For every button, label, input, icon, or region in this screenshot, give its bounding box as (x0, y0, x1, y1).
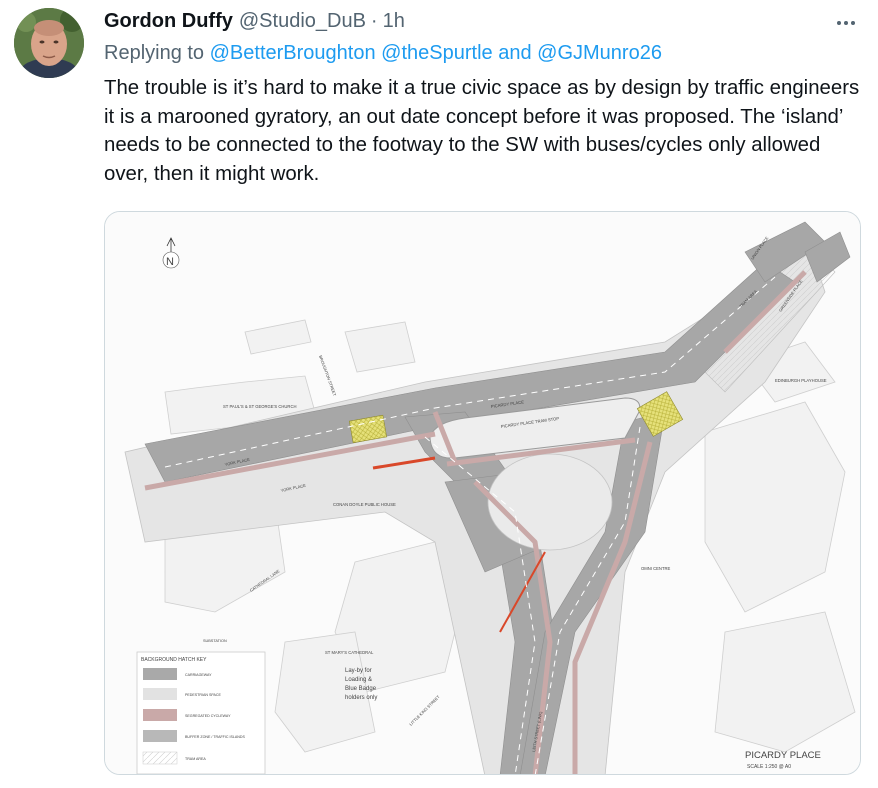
more-dot (851, 21, 855, 25)
more-horizontal-icon[interactable] (832, 12, 860, 34)
tweet: Gordon Duffy @Studio_DuB · 1h Replying t… (0, 0, 878, 788)
label-substation: SUBSTATION (203, 639, 227, 643)
layby-line-1: Lay-by for (345, 668, 372, 674)
label-edinburgh-playhouse: EDINBURGH PLAYHOUSE (775, 378, 827, 383)
key-swatch-carriageway (143, 668, 177, 680)
key-label-cycleway: SEGREGATED CYCLEWAY (185, 714, 231, 718)
layby-line-4: holders only (345, 695, 377, 701)
key-label-buffer: BUFFER ZONE / TRAFFIC ISLANDS (185, 735, 245, 739)
mention-thespurtle[interactable]: @theSpurtle (381, 42, 492, 64)
author-name[interactable]: Gordon Duffy (104, 10, 233, 33)
key-swatch-cycleway (143, 709, 177, 721)
replying-to: Replying to @BetterBroughton @theSpurtle… (104, 42, 662, 65)
replying-to-label: Replying to (104, 42, 205, 64)
mention-gjmunro26[interactable]: @GJMunro26 (537, 42, 662, 64)
mention-joiner[interactable]: and (498, 42, 531, 64)
plan-title: PICARDY PLACE (745, 750, 821, 761)
label-omni-centre: OMNI CENTRE (641, 566, 671, 571)
layby-line-3: Blue Badge (345, 686, 377, 692)
tweet-media-image[interactable]: N UNION PLACE TRAM AREA GREENSIDE PLACE … (104, 211, 861, 775)
label-st-pauls: ST PAUL'S & ST GEORGE'S CHURCH (223, 404, 297, 409)
label-conan-doyle: CONAN DOYLE PUBLIC HOUSE (333, 502, 396, 507)
key-label-pedestrian: PEDESTRIAN SPACE (185, 693, 221, 697)
hatch-key: BACKGROUND HATCH KEY CARRIAGEWAY PEDESTR… (136, 651, 266, 774)
author-avatar[interactable] (14, 8, 84, 78)
separator-dot: · (370, 10, 378, 32)
north-label: N (166, 256, 174, 268)
picardy-place-plan: N UNION PLACE TRAM AREA GREENSIDE PLACE … (105, 212, 860, 774)
author-handle[interactable]: @Studio_DuB (239, 10, 366, 33)
tweet-header: Gordon Duffy @Studio_DuB · 1h (104, 10, 405, 36)
more-dot (844, 21, 848, 25)
label-st-marys: ST MARY'S CATHEDRAL (325, 650, 374, 655)
layby-line-2: Loading & (345, 677, 372, 683)
key-label-tram: TRAM AREA (185, 757, 206, 761)
key-swatch-pedestrian (143, 688, 177, 700)
key-swatch-buffer (143, 730, 177, 742)
key-label-carriageway: CARRIAGEWAY (185, 673, 212, 677)
tweet-text: The trouble is it’s hard to make it a tr… (104, 77, 860, 185)
mention-betterbroughton[interactable]: @BetterBroughton (210, 42, 376, 64)
more-dot (837, 21, 841, 25)
avatar-image (14, 8, 84, 78)
hatch-key-heading: BACKGROUND HATCH KEY (141, 657, 207, 663)
timestamp[interactable]: 1h (383, 10, 405, 33)
key-swatch-tram (142, 751, 178, 765)
plan-scale: SCALE 1:250 @ A0 (747, 764, 791, 770)
